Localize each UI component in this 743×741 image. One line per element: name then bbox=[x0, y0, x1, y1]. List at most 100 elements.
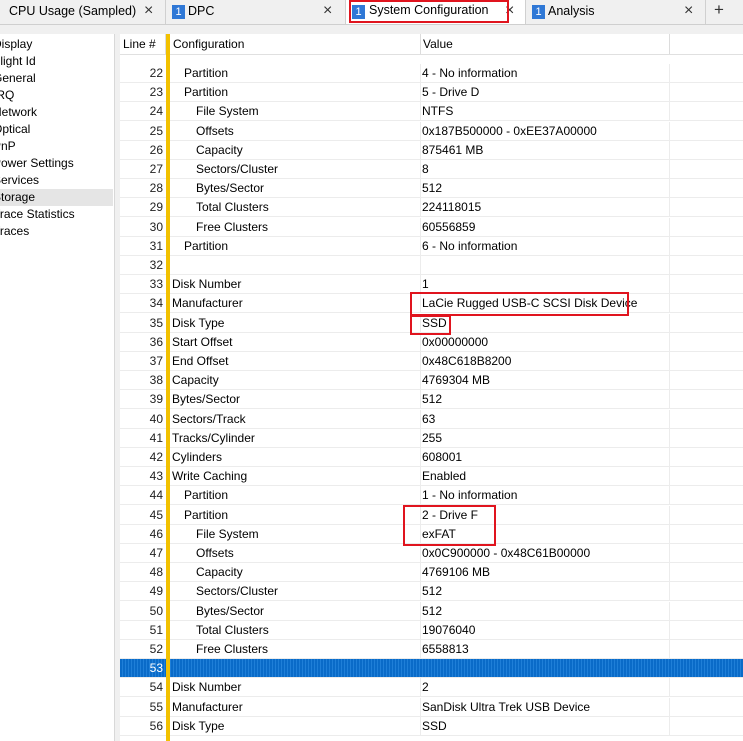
table-row[interactable]: 22 Partition 4 - No information bbox=[120, 64, 743, 83]
config-name: Disk Number bbox=[172, 680, 242, 695]
tab-analysis[interactable]: 1 Analysis × bbox=[526, 0, 706, 24]
config-name: Free Clusters bbox=[196, 219, 269, 234]
config-name: Write Caching bbox=[172, 469, 248, 484]
config-name: Disk Type bbox=[172, 718, 225, 733]
table-row[interactable]: 37 End Offset 0x48C618B8200 bbox=[120, 352, 743, 371]
table-row[interactable]: 39 Bytes/Sector 512 bbox=[120, 390, 743, 410]
tab-cpu-usage[interactable]: CPU Usage (Sampled) × bbox=[0, 0, 166, 24]
config-name: Partition bbox=[184, 85, 229, 100]
table-row[interactable]: 28 Bytes/Sector 512 bbox=[120, 179, 743, 199]
config-value: 512 bbox=[422, 584, 443, 599]
column-separator bbox=[669, 217, 670, 237]
line-number: 27 bbox=[149, 162, 163, 176]
table-row[interactable]: 54 Disk Number 2 bbox=[120, 678, 743, 698]
sidebar-item-traces[interactable]: Traces bbox=[0, 223, 113, 240]
table-row[interactable]: 44 Partition 1 - No information bbox=[120, 486, 743, 506]
table-row[interactable]: 49 Sectors/Cluster 512 bbox=[120, 582, 743, 602]
table-row[interactable]: 41 Tracks/Cylinder 255 bbox=[120, 428, 743, 448]
new-tab-plus-icon[interactable]: + bbox=[709, 0, 729, 22]
table-row[interactable]: 23 Partition 5 - Drive D bbox=[120, 83, 743, 103]
close-icon[interactable]: × bbox=[323, 1, 332, 21]
table-row[interactable]: 31 Partition 6 - No information bbox=[120, 236, 743, 256]
table-row[interactable]: 38 Capacity 4769304 MB bbox=[120, 371, 743, 391]
column-separator bbox=[420, 563, 421, 583]
table-row[interactable]: 52 Free Clusters 6558813 bbox=[120, 640, 743, 659]
sidebar-item-trace-statistics[interactable]: Trace Statistics bbox=[0, 206, 113, 223]
table-row[interactable]: 36 Start Offset 0x00000000 bbox=[120, 332, 743, 352]
table-row[interactable]: 25 Offsets 0x187B500000 - 0xEE37A00000 bbox=[120, 121, 743, 141]
column-header-line[interactable]: Line # bbox=[120, 34, 166, 54]
config-name: Manufacturer bbox=[172, 699, 243, 714]
line-number: 55 bbox=[149, 699, 163, 714]
sidebar-item-network[interactable]: Network bbox=[0, 104, 113, 121]
table-row[interactable]: 27 Sectors/Cluster 8 bbox=[120, 160, 743, 179]
column-separator bbox=[669, 524, 670, 544]
table-row[interactable]: 24 File System NTFS bbox=[120, 102, 743, 122]
sidebar-item-display[interactable]: Display bbox=[0, 36, 113, 53]
line-number: 36 bbox=[149, 334, 163, 349]
config-value: SSD bbox=[422, 718, 447, 733]
sidebar-item-pnp[interactable]: PnP bbox=[0, 138, 113, 155]
config-value: 60556859 bbox=[422, 219, 476, 234]
table-row[interactable]: 48 Capacity 4769106 MB bbox=[120, 563, 743, 583]
close-icon[interactable]: × bbox=[684, 1, 693, 21]
sidebar-item-flight-id[interactable]: Flight Id bbox=[0, 53, 113, 70]
table-row[interactable]: 56 Disk Type SSD bbox=[120, 716, 743, 736]
sidebar-item-irq[interactable]: IRQ bbox=[0, 87, 113, 104]
config-name: Capacity bbox=[172, 373, 219, 388]
line-number: 53 bbox=[149, 661, 163, 676]
column-separator bbox=[420, 179, 421, 199]
table-header: Line # Configuration Value bbox=[120, 34, 743, 55]
table-row[interactable]: 26 Capacity 875461 MB bbox=[120, 140, 743, 160]
line-number: 43 bbox=[149, 469, 163, 484]
table-row[interactable]: 47 Offsets 0x0C900000 - 0x48C61B00000 bbox=[120, 544, 743, 563]
tab-dpc[interactable]: 1 DPC × bbox=[166, 0, 346, 24]
column-separator bbox=[420, 640, 421, 659]
config-value: 6558813 bbox=[422, 642, 469, 656]
column-separator bbox=[669, 198, 670, 218]
table-row[interactable]: 55 Manufacturer SanDisk Ultra Trek USB Dev… bbox=[120, 697, 743, 717]
sidebar-item-services[interactable]: Services bbox=[0, 172, 113, 189]
config-name: Disk Number bbox=[172, 277, 242, 292]
table-row[interactable]: 50 Bytes/Sector 512 bbox=[120, 601, 743, 621]
close-icon[interactable]: × bbox=[144, 1, 153, 21]
column-separator bbox=[420, 371, 421, 391]
table-row[interactable]: 30 Free Clusters 60556859 bbox=[120, 217, 743, 237]
table-row[interactable]: 43 Write Caching Enabled bbox=[120, 467, 743, 487]
column-header-value[interactable]: Value bbox=[421, 34, 670, 54]
table-row[interactable]: 29 Total Clusters 224118015 bbox=[120, 198, 743, 218]
table-row[interactable]: 51 Total Clusters 19076040 bbox=[120, 620, 743, 640]
sidebar-item-storage[interactable]: Storage bbox=[0, 189, 113, 206]
line-number: 49 bbox=[149, 584, 163, 599]
sidebar-item-general[interactable]: General bbox=[0, 70, 113, 87]
column-separator bbox=[669, 140, 670, 160]
config-name: Tracks/Cylinder bbox=[172, 430, 255, 445]
table-row[interactable]: 32 bbox=[120, 256, 743, 275]
column-header-configuration[interactable]: Configuration bbox=[170, 34, 421, 54]
config-name: Partition bbox=[184, 488, 229, 503]
line-number: 41 bbox=[149, 430, 163, 445]
config-name: Capacity bbox=[196, 142, 243, 157]
line-number: 33 bbox=[149, 277, 163, 292]
config-value: 224118015 bbox=[422, 200, 482, 215]
line-number: 38 bbox=[149, 373, 163, 388]
table-row[interactable]: 42 Cylinders 608001 bbox=[120, 448, 743, 467]
tab-number-badge: 1 bbox=[532, 5, 545, 19]
config-value: 5 - Drive D bbox=[422, 85, 480, 100]
sidebar-item-power-settings[interactable]: Power Settings bbox=[0, 155, 113, 172]
config-name: Cylinders bbox=[172, 450, 223, 464]
table-row[interactable]: 40 Sectors/Track 63 bbox=[120, 409, 743, 429]
config-value: NTFS bbox=[422, 104, 454, 119]
column-separator bbox=[669, 448, 670, 467]
table-row-selected[interactable]: 53 bbox=[120, 659, 743, 679]
config-name: End Offset bbox=[172, 354, 229, 368]
grouping-bar bbox=[166, 34, 170, 741]
column-separator bbox=[669, 313, 670, 333]
line-number: 22 bbox=[149, 66, 163, 80]
line-number: 51 bbox=[149, 622, 163, 637]
column-separator bbox=[420, 620, 421, 640]
column-separator bbox=[669, 179, 670, 199]
table-body: 21Free Clusters1502599122Partition4 - No… bbox=[120, 34, 743, 741]
line-number: 30 bbox=[149, 219, 163, 234]
sidebar-item-optical[interactable]: Optical bbox=[0, 121, 113, 138]
